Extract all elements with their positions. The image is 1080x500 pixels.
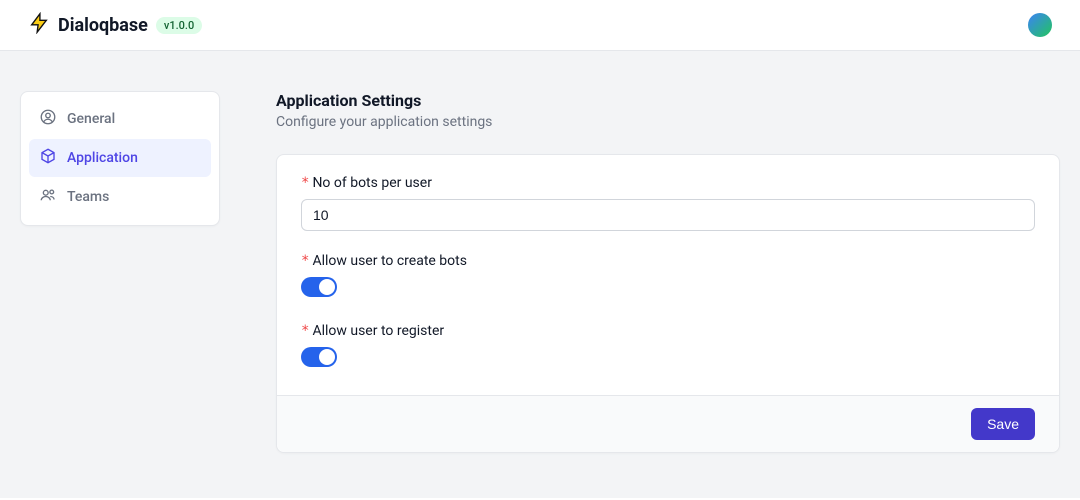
save-button[interactable]: Save [971, 408, 1035, 440]
bolt-icon [28, 12, 50, 38]
sidebar-item-application[interactable]: Application [29, 139, 211, 177]
no-of-bots-label: *No of bots per user [301, 175, 1035, 191]
page-title: Application Settings [276, 91, 1060, 110]
header: Dialoqbase v1.0.0 [0, 0, 1080, 51]
label-text: Allow user to register [312, 323, 444, 339]
field-no-of-bots: *No of bots per user [301, 175, 1035, 231]
no-of-bots-input[interactable] [301, 199, 1035, 231]
version-badge: v1.0.0 [156, 17, 202, 34]
avatar[interactable] [1028, 13, 1052, 37]
sidebar-item-teams[interactable]: Teams [29, 178, 211, 216]
sidebar-item-label: Teams [67, 189, 109, 205]
field-allow-create-bots: *Allow user to create bots [301, 253, 1035, 301]
allow-create-bots-label: *Allow user to create bots [301, 253, 1035, 269]
sidebar-item-label: General [67, 111, 115, 127]
label-text: No of bots per user [312, 175, 432, 191]
field-allow-register: *Allow user to register [301, 323, 1035, 371]
allow-register-toggle[interactable] [301, 347, 337, 367]
allow-register-label: *Allow user to register [301, 323, 1035, 339]
page-body: General Application [0, 51, 1080, 498]
user-circle-icon [39, 108, 57, 130]
cube-icon [39, 147, 57, 169]
sidebar-item-general[interactable]: General [29, 100, 211, 138]
allow-create-bots-toggle[interactable] [301, 277, 337, 297]
content: Application Settings Configure your appl… [276, 91, 1060, 453]
sidebar: General Application [20, 91, 220, 226]
card-footer: Save [277, 395, 1059, 452]
label-text: Allow user to create bots [312, 253, 467, 269]
settings-card: *No of bots per user *Allow user to crea… [276, 154, 1060, 453]
page-subtitle: Configure your application settings [276, 114, 1060, 130]
app-name: Dialoqbase [58, 15, 148, 36]
header-left: Dialoqbase v1.0.0 [28, 12, 202, 38]
users-icon [39, 186, 57, 208]
sidebar-item-label: Application [67, 150, 138, 166]
